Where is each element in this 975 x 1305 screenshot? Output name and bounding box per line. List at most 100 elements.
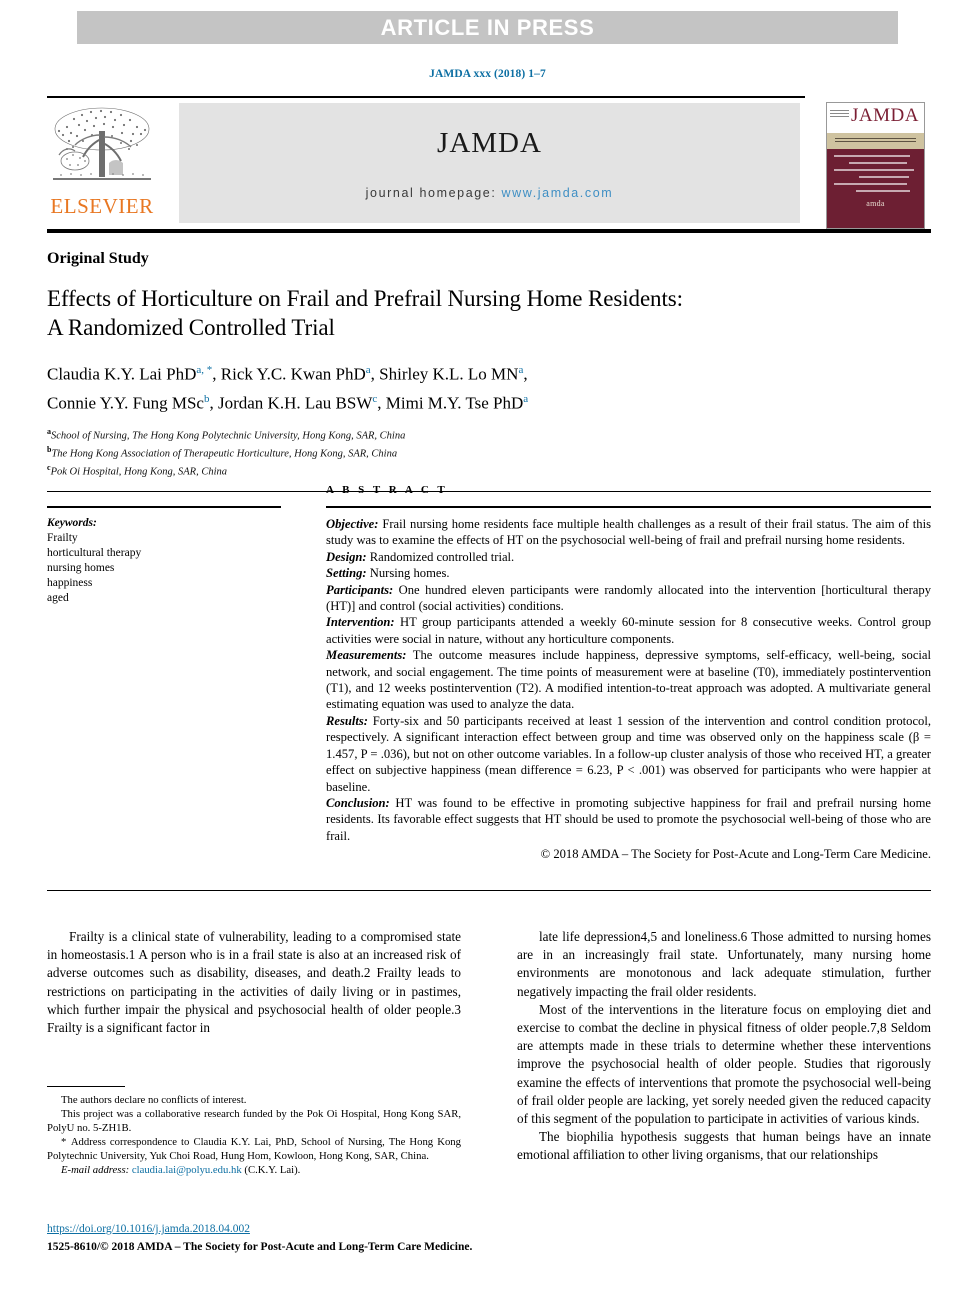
abstract-body: Objective: Frail nursing home residents …: [326, 516, 931, 863]
cover-header: JAMDA: [827, 103, 924, 133]
keywords-block: Keywords: Frailty horticultural therapy …: [47, 516, 281, 606]
masthead-bottom-rule: [47, 229, 931, 233]
author-list: Claudia K.Y. Lai PhDa, *, Rick Y.C. Kwan…: [47, 364, 529, 413]
author-affil-marks: a: [523, 392, 529, 405]
author-name[interactable]: Connie Y.Y. Fung MSc: [47, 393, 204, 412]
elsevier-logo: ELSEVIER: [47, 103, 157, 221]
email-label: E-mail address:: [61, 1164, 130, 1176]
email-owner: (C.K.Y. Lai).: [244, 1164, 301, 1176]
body-paragraph: late life depression4,5 and loneliness.6…: [517, 929, 931, 999]
cover-toc-line: [855, 190, 911, 192]
footnote-separator-rule: [47, 1086, 125, 1087]
cover-small-text-lines: [830, 110, 849, 119]
author-name[interactable]: Claudia K.Y. Lai PhD: [47, 365, 196, 384]
affiliation-item: aSchool of Nursing, The Hong Kong Polyte…: [47, 425, 931, 443]
author-affil-marks: a: [518, 364, 524, 376]
affiliation-item: bThe Hong Kong Association of Therapeuti…: [47, 443, 931, 461]
cover-toc-line: [834, 183, 908, 185]
affiliation-list: aSchool of Nursing, The Hong Kong Polyte…: [47, 425, 931, 479]
author-name[interactable]: Shirley K.L. Lo MN: [379, 365, 518, 384]
masthead-top-rule: [47, 96, 805, 98]
abstract-paragraph: Conclusion: HT was found to be effective…: [326, 795, 931, 844]
keyword-item: happiness: [47, 577, 93, 589]
email-link[interactable]: claudia.lai@polyu.edu.hk: [132, 1164, 242, 1176]
keyword-item: nursing homes: [47, 562, 115, 574]
abstract-bottom-rule: [47, 890, 931, 891]
author-affil-marks: a, *: [196, 364, 213, 376]
cover-subtitle-lines: [835, 138, 916, 143]
cover-toc-line: [834, 169, 914, 171]
footnote-correspondence: * Address correspondence to Claudia K.Y.…: [47, 1135, 461, 1163]
article-title-line-2: A Randomized Controlled Trial: [47, 315, 335, 340]
abstract-rule: [326, 506, 931, 508]
abstract-label: A B S T R A C T: [326, 484, 448, 496]
cover-toc-line: [834, 155, 911, 157]
author-name[interactable]: Mimi M.Y. Tse PhD: [386, 393, 524, 412]
abstract-paragraph: Measurements: The outcome measures inclu…: [326, 647, 931, 713]
abstract-columns: Keywords: Frailty horticultural therapy …: [47, 516, 931, 863]
abstract-section-text: One hundred eleven participants were ran…: [326, 582, 931, 614]
affiliation-item: cPok Oi Hospital, Hong Kong, SAR, China: [47, 461, 931, 479]
journal-masthead: ELSEVIER JAMDA journal homepage: www.jam…: [47, 96, 931, 233]
journal-homepage-label: journal homepage:: [365, 185, 497, 200]
article-header: Original Study Effects of Horticulture o…: [47, 250, 931, 493]
author-name[interactable]: Rick Y.C. Kwan PhD: [221, 365, 366, 384]
keyword-item: aged: [47, 592, 69, 604]
abstract-copyright: © 2018 AMDA – The Society for Post-Acute…: [540, 847, 931, 862]
abstract-section-text: Randomized controlled trial.: [366, 549, 515, 564]
footnote-conflict-of-interest: The authors declare no conflicts of inte…: [61, 1094, 247, 1106]
abstract-section-text: Nursing homes.: [366, 566, 450, 581]
keyword-item: Frailty: [47, 532, 78, 544]
body-paragraph: Frailty is a clinical state of vulnerabi…: [47, 929, 461, 1036]
journal-title-band: JAMDA journal homepage: www.jamda.com: [179, 103, 800, 223]
abstract-section-text: Forty-six and 50 participants received a…: [326, 713, 931, 794]
abstract-section-name: Setting:: [326, 566, 367, 581]
abstract-paragraph: Setting: Nursing homes.: [326, 565, 931, 581]
abstract-section-text: HT was found to be effective in promotin…: [326, 795, 931, 843]
abstract-paragraph: Participants: One hundred eleven partici…: [326, 582, 931, 615]
correspondence-marker: *: [61, 1136, 68, 1148]
abstract-paragraph: Intervention: HT group participants atte…: [326, 614, 931, 647]
issn-copyright-line: 1525-8610/© 2018 AMDA – The Society for …: [47, 1241, 473, 1253]
author-affil-marks: b: [203, 392, 210, 405]
article-footer: https://doi.org/10.1016/j.jamda.2018.04.…: [47, 1222, 647, 1255]
abstract-section-text: HT group participants attended a weekly …: [326, 615, 931, 646]
abstract-section: A B S T R A C T Keywords: Frailty hortic…: [47, 484, 931, 863]
abstract-section-text: Frail nursing home residents face multip…: [326, 517, 931, 548]
abstract-paragraph: Design: Randomized controlled trial.: [326, 549, 931, 565]
abstract-section-name: Intervention:: [326, 615, 395, 630]
abstract-rules: [47, 506, 931, 508]
author-affil-marks: a: [365, 364, 371, 376]
affiliation-text: Pok Oi Hospital, Hong Kong, SAR, China: [50, 466, 228, 478]
article-in-press-label: ARTICLE IN PRESS: [380, 14, 595, 40]
correspondence-text: Address correspondence to Claudia K.Y. L…: [47, 1136, 461, 1162]
cover-journal-title: JAMDA: [851, 105, 919, 126]
abstract-section-name: Measurements:: [326, 648, 407, 663]
keywords-heading: Keywords:: [47, 517, 97, 529]
author-affil-marks: c: [372, 392, 378, 405]
cover-subtitle-band: [827, 133, 924, 149]
abstract-section-name: Design:: [326, 549, 367, 564]
study-type-label: Original Study: [47, 250, 149, 267]
affiliation-text: School of Nursing, The Hong Kong Polytec…: [51, 430, 406, 442]
abstract-section-name: Results:: [326, 713, 368, 728]
journal-homepage: journal homepage: www.jamda.com: [366, 186, 614, 200]
affiliation-text: The Hong Kong Association of Therapeutic…: [51, 448, 398, 460]
doi-link[interactable]: https://doi.org/10.1016/j.jamda.2018.04.…: [47, 1222, 647, 1237]
journal-homepage-link[interactable]: www.jamda.com: [502, 186, 614, 200]
abstract-section-name: Participants:: [326, 582, 394, 597]
abstract-section-name: Conclusion:: [326, 795, 390, 810]
cover-toc-line: [858, 176, 909, 178]
author-name[interactable]: Jordan K.H. Lau BSW: [218, 393, 372, 412]
elsevier-tree-icon: [53, 107, 151, 180]
abstract-section-name: Objective:: [326, 517, 379, 531]
journal-title: JAMDA: [437, 126, 542, 159]
body-column-left: Frailty is a clinical state of vulnerabi…: [47, 928, 461, 1037]
journal-cover-thumbnail[interactable]: JAMDA amda: [826, 102, 925, 229]
keywords-rule: [47, 506, 281, 508]
abstract-paragraph: Objective: Frail nursing home residents …: [326, 516, 931, 549]
cover-amda-logo: amda: [866, 199, 885, 208]
abstract-section-text: The outcome measures include happiness, …: [326, 648, 931, 712]
elsevier-wordmark: ELSEVIER: [50, 194, 154, 218]
footnote-funding: This project was a collaborative researc…: [47, 1108, 461, 1134]
